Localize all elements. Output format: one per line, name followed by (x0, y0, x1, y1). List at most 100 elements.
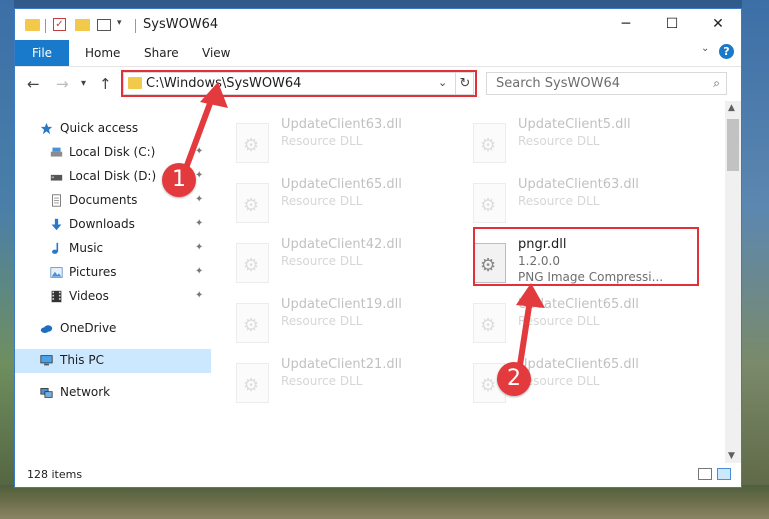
pin-icon[interactable]: ✦ (195, 146, 203, 157)
pin-icon[interactable]: ✦ (195, 218, 203, 229)
music-icon (52, 242, 59, 254)
back-arrow-icon[interactable]: ← (27, 75, 40, 93)
folder-icon (25, 19, 40, 31)
file-name: UpdateClient5.dll (518, 117, 631, 132)
file-item[interactable]: ⚙ UpdateClient65.dll Resource DLL (449, 297, 669, 349)
pin-icon[interactable]: ✦ (195, 290, 203, 301)
file-item[interactable]: ⚙ UpdateClient63.dll Resource DLL (449, 177, 669, 229)
toolbar-divider (45, 19, 46, 33)
videos-icon (51, 290, 62, 303)
sidebar-item-music[interactable]: Music ✦ (15, 237, 211, 261)
file-name: UpdateClient65.dll (518, 357, 639, 372)
search-box[interactable]: Search SysWOW64 ⌕ (486, 72, 727, 95)
file-item[interactable]: ⚙ UpdateClient63.dll Resource DLL (212, 117, 432, 169)
sidebar-item-videos[interactable]: Videos ✦ (15, 285, 211, 309)
scroll-down-icon[interactable]: ▼ (728, 451, 735, 461)
file-highlight-box (473, 227, 699, 286)
search-icon[interactable]: ⌕ (713, 76, 720, 91)
file-item[interactable]: ⚙ UpdateClient19.dll Resource DLL (212, 297, 432, 349)
dll-file-icon: ⚙ (236, 183, 269, 223)
dll-file-icon: ⚙ (236, 303, 269, 343)
sidebar-item-label: OneDrive (60, 321, 117, 335)
sidebar-item-downloads[interactable]: Downloads ✦ (15, 213, 211, 237)
recent-locations-icon[interactable]: ▾ (81, 78, 86, 89)
file-item[interactable]: ⚙ UpdateClient5.dll Resource DLL (449, 117, 669, 169)
network-icon (40, 388, 53, 398)
sidebar-item-label: Local Disk (D:) (69, 169, 157, 183)
dll-file-icon: ⚙ (236, 123, 269, 163)
close-button[interactable]: ✕ (695, 9, 741, 40)
file-item[interactable]: ⚙ UpdateClient65.dll Resource DLL (449, 357, 669, 409)
sidebar-item-label: Downloads (69, 217, 135, 231)
file-item[interactable]: ⚙ UpdateClient65.dll Resource DLL (212, 177, 432, 229)
computer-icon (40, 355, 53, 366)
file-type: Resource DLL (281, 374, 363, 388)
help-icon[interactable]: ? (719, 44, 734, 59)
view-properties-icon[interactable] (97, 19, 111, 31)
tab-file[interactable]: File (15, 40, 69, 66)
sidebar-item-label: Local Disk (C:) (69, 145, 156, 159)
forward-arrow-icon[interactable]: → (56, 75, 69, 93)
maximize-button[interactable]: ☐ (649, 9, 695, 40)
dll-file-icon: ⚙ (236, 363, 269, 403)
file-type: Resource DLL (518, 194, 600, 208)
pin-icon[interactable]: ✦ (195, 194, 203, 205)
details-view-icon[interactable] (698, 468, 712, 480)
dll-file-icon: ⚙ (473, 303, 506, 343)
file-type: Resource DLL (518, 314, 600, 328)
step-1-callout: 1 (162, 163, 196, 197)
sidebar-item-onedrive[interactable]: OneDrive (15, 317, 211, 341)
file-item[interactable]: ⚙ UpdateClient42.dll Resource DLL (212, 237, 432, 289)
large-icons-view-icon[interactable] (717, 468, 731, 480)
sidebar-item-local-disk-c[interactable]: Local Disk (C:) ✦ (15, 141, 211, 165)
pin-icon[interactable]: ✦ (195, 170, 203, 181)
sidebar-item-network[interactable]: Network (15, 381, 211, 405)
properties-check-icon[interactable]: ✓ (53, 18, 66, 31)
tab-share[interactable]: Share (144, 40, 179, 66)
navigation-pane: Quick access Local Disk (C:) ✦ Local Dis… (15, 101, 211, 463)
step-2-callout: 2 (497, 362, 531, 396)
sidebar-item-pictures[interactable]: Pictures ✦ (15, 261, 211, 285)
desktop-background-right (742, 0, 769, 519)
customize-toolbar-dropdown-icon[interactable]: ▾ (117, 18, 122, 34)
navigation-bar: ← → ▾ ↑ C:\Windows\SysWOW64 ⌄ ↻ Search S… (15, 67, 741, 101)
search-input[interactable]: Search SysWOW64 (496, 76, 620, 91)
desktop-background-bottom (0, 485, 769, 519)
tab-view[interactable]: View (202, 40, 230, 66)
pin-icon[interactable]: ✦ (195, 266, 203, 277)
scroll-up-icon[interactable]: ▲ (728, 103, 735, 113)
sidebar-item-label: Videos (69, 289, 109, 303)
desktop-background-left (0, 0, 14, 519)
status-bar: 128 items (15, 463, 741, 487)
ribbon-tabs: File Home Share View ⌄ ? (15, 40, 741, 67)
scroll-thumb[interactable] (727, 119, 739, 171)
drive-icon (50, 147, 63, 157)
title-divider (135, 19, 136, 33)
file-type: Resource DLL (281, 254, 363, 268)
expand-ribbon-icon[interactable]: ⌄ (701, 43, 709, 54)
file-type: Resource DLL (518, 134, 600, 148)
new-folder-icon[interactable] (75, 19, 90, 31)
minimize-button[interactable]: ─ (603, 9, 649, 40)
file-item[interactable]: ⚙ UpdateClient21.dll Resource DLL (212, 357, 432, 409)
file-name: UpdateClient63.dll (281, 117, 402, 132)
tab-home[interactable]: Home (85, 40, 120, 66)
star-icon (40, 122, 53, 135)
dll-file-icon: ⚙ (473, 123, 506, 163)
sidebar-item-this-pc[interactable]: This PC (15, 349, 211, 373)
vertical-scrollbar[interactable]: ▲ ▼ (725, 101, 741, 463)
sidebar-item-label: Music (69, 241, 104, 255)
title-bar: ✓ ▾ SysWOW64 ─ ☐ ✕ (15, 9, 741, 40)
pin-icon[interactable]: ✦ (195, 242, 203, 253)
item-count: 128 items (27, 468, 83, 481)
file-name: UpdateClient21.dll (281, 357, 402, 372)
file-name: UpdateClient42.dll (281, 237, 402, 252)
pictures-icon (50, 267, 63, 278)
sidebar-item-quick-access[interactable]: Quick access (15, 117, 211, 141)
sidebar-item-label: This PC (60, 353, 104, 367)
sidebar-item-label: Network (60, 385, 111, 399)
up-arrow-icon[interactable]: ↑ (99, 75, 112, 93)
file-name: UpdateClient65.dll (518, 297, 639, 312)
file-name: UpdateClient19.dll (281, 297, 402, 312)
dll-file-icon: ⚙ (473, 183, 506, 223)
